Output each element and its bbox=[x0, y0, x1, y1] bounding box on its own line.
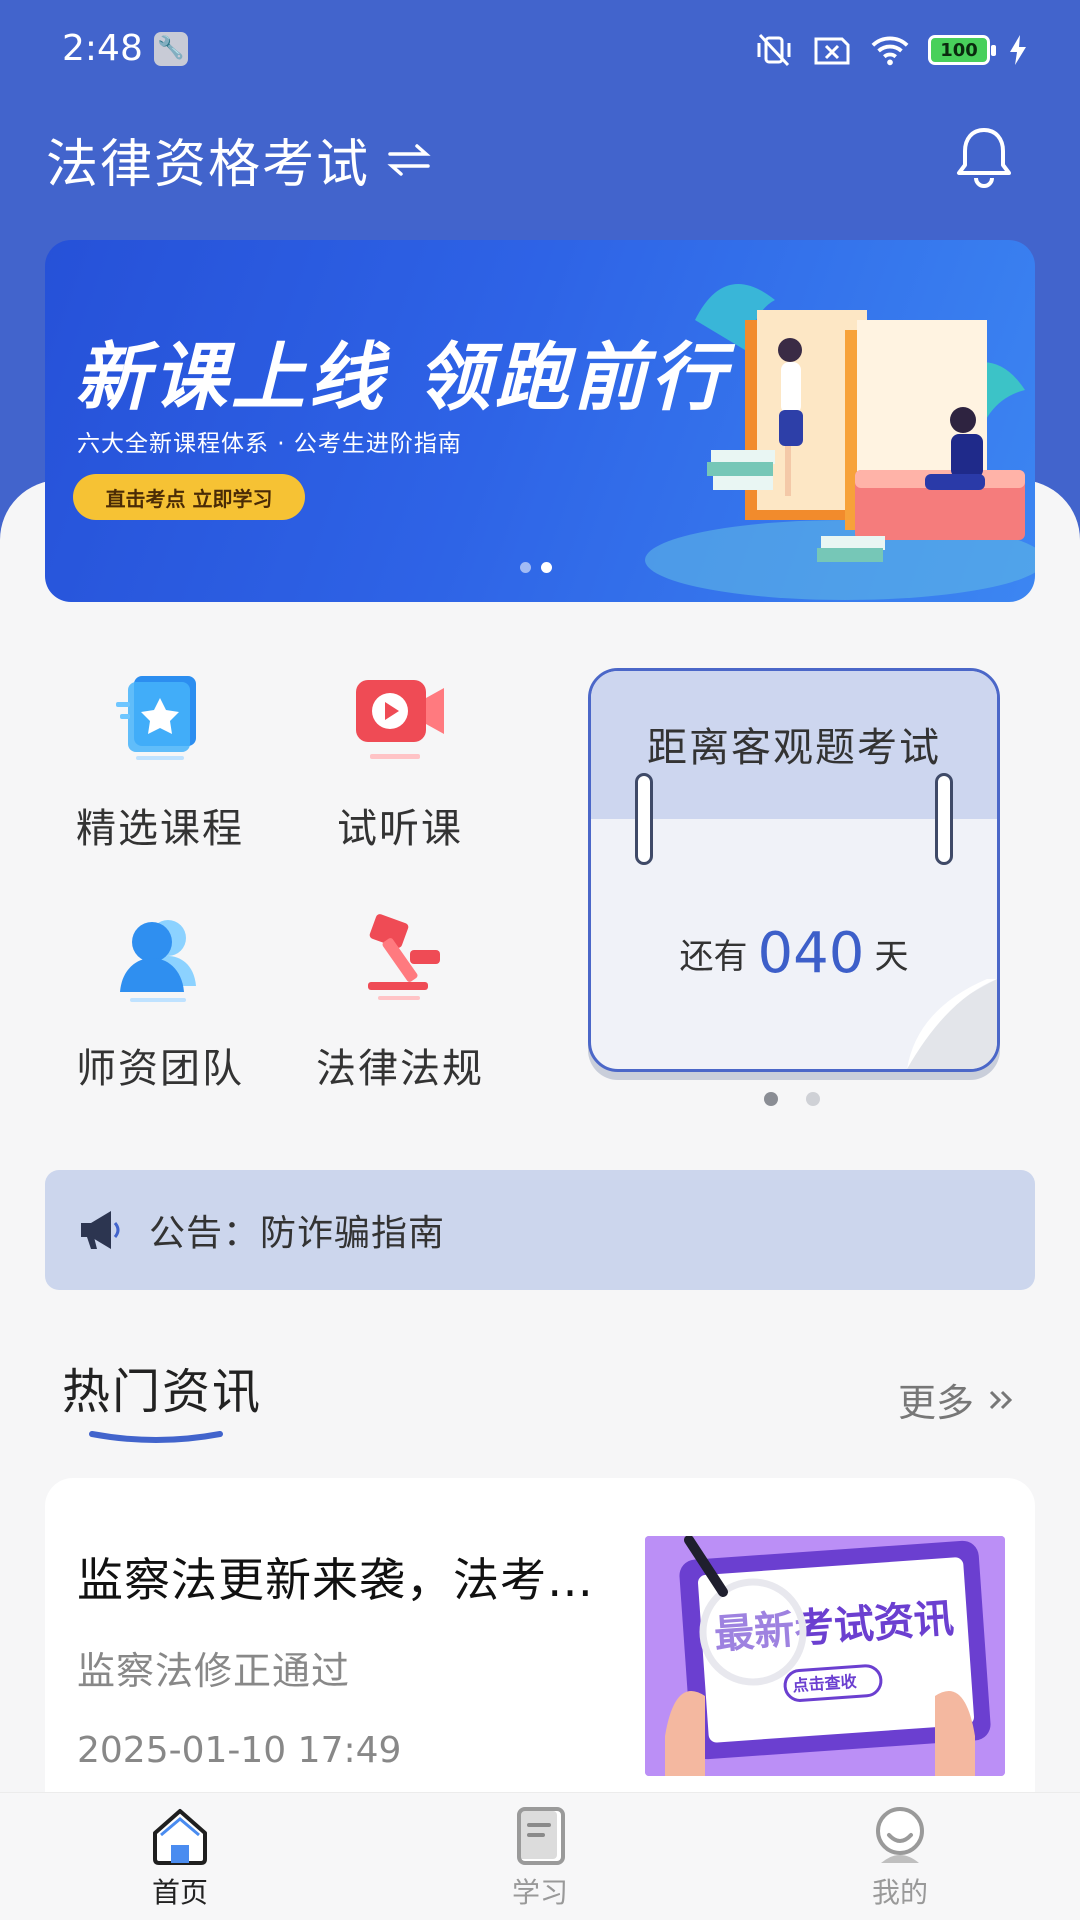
news-time: 2025-01-10 17:49 bbox=[77, 1730, 402, 1771]
quick-link-courses[interactable]: 精选课程 bbox=[40, 656, 280, 876]
news-description: 监察法修正通过 bbox=[77, 1649, 351, 1693]
tab-label: 学习 bbox=[511, 1876, 568, 1909]
tab-study[interactable]: 学习 bbox=[440, 1805, 640, 1915]
news-title: 监察法更新来袭，法考… bbox=[77, 1553, 594, 1607]
study-icon bbox=[517, 1807, 565, 1865]
star-course-icon bbox=[116, 676, 196, 760]
hot-news-title: 热门资讯 bbox=[62, 1364, 263, 1420]
quick-link-trial[interactable]: 试听课 bbox=[280, 656, 520, 876]
exam-countdown-card[interactable]: 距离客观题考试 还有 040 天 bbox=[588, 668, 1000, 1106]
battery-level: 100 bbox=[940, 39, 978, 61]
banner-dot bbox=[520, 562, 531, 573]
banner-illustration bbox=[645, 284, 1035, 600]
calendar-ring-icon bbox=[635, 773, 653, 865]
sim-off-icon bbox=[812, 33, 852, 67]
app-title: 法律资格考试 bbox=[46, 135, 371, 195]
more-label: 更多 bbox=[897, 1381, 974, 1425]
calendar-ring-icon bbox=[935, 773, 953, 865]
title-underline bbox=[89, 1431, 223, 1443]
banner-subtitle: 六大全新课程体系 · 公考生进阶指南 bbox=[77, 431, 462, 457]
double-chevron-right-icon bbox=[989, 1390, 1013, 1409]
megaphone-icon bbox=[81, 1211, 120, 1249]
news-thumbnail-art: 最新考试资讯 点击查收 bbox=[645, 1536, 1005, 1776]
quick-link-label: 试听课 bbox=[337, 806, 463, 852]
banner-study-button[interactable]: 直击考点 立即学习 bbox=[73, 474, 305, 520]
promo-banner[interactable]: 新课上线 领跑前行 六大全新课程体系 · 公考生进阶指南 直击考点 立即学习 bbox=[45, 240, 1035, 602]
banner-dot-active bbox=[541, 562, 552, 573]
news-card[interactable]: 监察法更新来袭，法考… 监察法修正通过 2025-01-10 17:49 最新考… bbox=[45, 1478, 1035, 1798]
countdown-days: 040 bbox=[757, 921, 865, 986]
quick-link-teachers[interactable]: 师资团队 bbox=[40, 896, 280, 1116]
status-icons: 100 bbox=[754, 30, 1028, 70]
tab-profile[interactable]: 我的 bbox=[800, 1805, 1000, 1915]
status-time: 2:48 bbox=[62, 28, 143, 69]
status-bar: 2:48 🔧 100 bbox=[0, 0, 1080, 100]
more-news-link[interactable]: 更多 bbox=[898, 1372, 1016, 1427]
quick-link-label: 师资团队 bbox=[76, 1046, 244, 1092]
notice-bar[interactable]: 公告：防诈骗指南 bbox=[45, 1170, 1035, 1290]
countdown-page-indicator bbox=[764, 1092, 820, 1106]
bottom-tab-bar: 首页 学习 我的 bbox=[0, 1792, 1080, 1920]
quick-link-label: 法律法规 bbox=[316, 1046, 484, 1092]
quick-link-laws[interactable]: 法律法规 bbox=[280, 896, 520, 1116]
video-play-icon bbox=[356, 680, 444, 759]
wrench-icon: 🔧 bbox=[154, 32, 188, 66]
exam-switcher[interactable]: 法律资格考试 bbox=[46, 122, 432, 197]
banner-page-indicator bbox=[520, 562, 552, 573]
vibrate-off-icon bbox=[754, 33, 794, 67]
home-icon bbox=[153, 1809, 207, 1865]
quick-links-grid: 精选课程 试听课 师资团队 法律法规 bbox=[40, 656, 560, 1116]
wifi-icon bbox=[870, 33, 910, 67]
tab-label: 我的 bbox=[871, 1876, 928, 1909]
teachers-icon bbox=[120, 920, 196, 1002]
profile-icon bbox=[876, 1807, 924, 1863]
calendar-card: 距离客观题考试 还有 040 天 bbox=[588, 668, 1000, 1072]
charging-icon bbox=[1008, 33, 1028, 67]
bell-icon[interactable] bbox=[954, 124, 1014, 188]
notice-text: 公告：防诈骗指南 bbox=[149, 1213, 446, 1254]
quick-link-label: 精选课程 bbox=[76, 806, 244, 852]
countdown-title: 距离客观题考试 bbox=[647, 725, 941, 771]
countdown-dot bbox=[806, 1092, 820, 1106]
battery-icon: 100 bbox=[928, 35, 996, 65]
countdown-dot-active bbox=[764, 1092, 778, 1106]
switch-arrows-icon bbox=[386, 140, 432, 180]
page-curl-icon bbox=[907, 979, 997, 1069]
countdown-prefix: 还有 bbox=[679, 937, 748, 977]
news-thumbnail: 最新考试资讯 点击查收 bbox=[645, 1536, 1005, 1776]
tab-home[interactable]: 首页 bbox=[80, 1805, 280, 1915]
gavel-icon bbox=[368, 914, 440, 1000]
tab-label: 首页 bbox=[151, 1876, 208, 1909]
